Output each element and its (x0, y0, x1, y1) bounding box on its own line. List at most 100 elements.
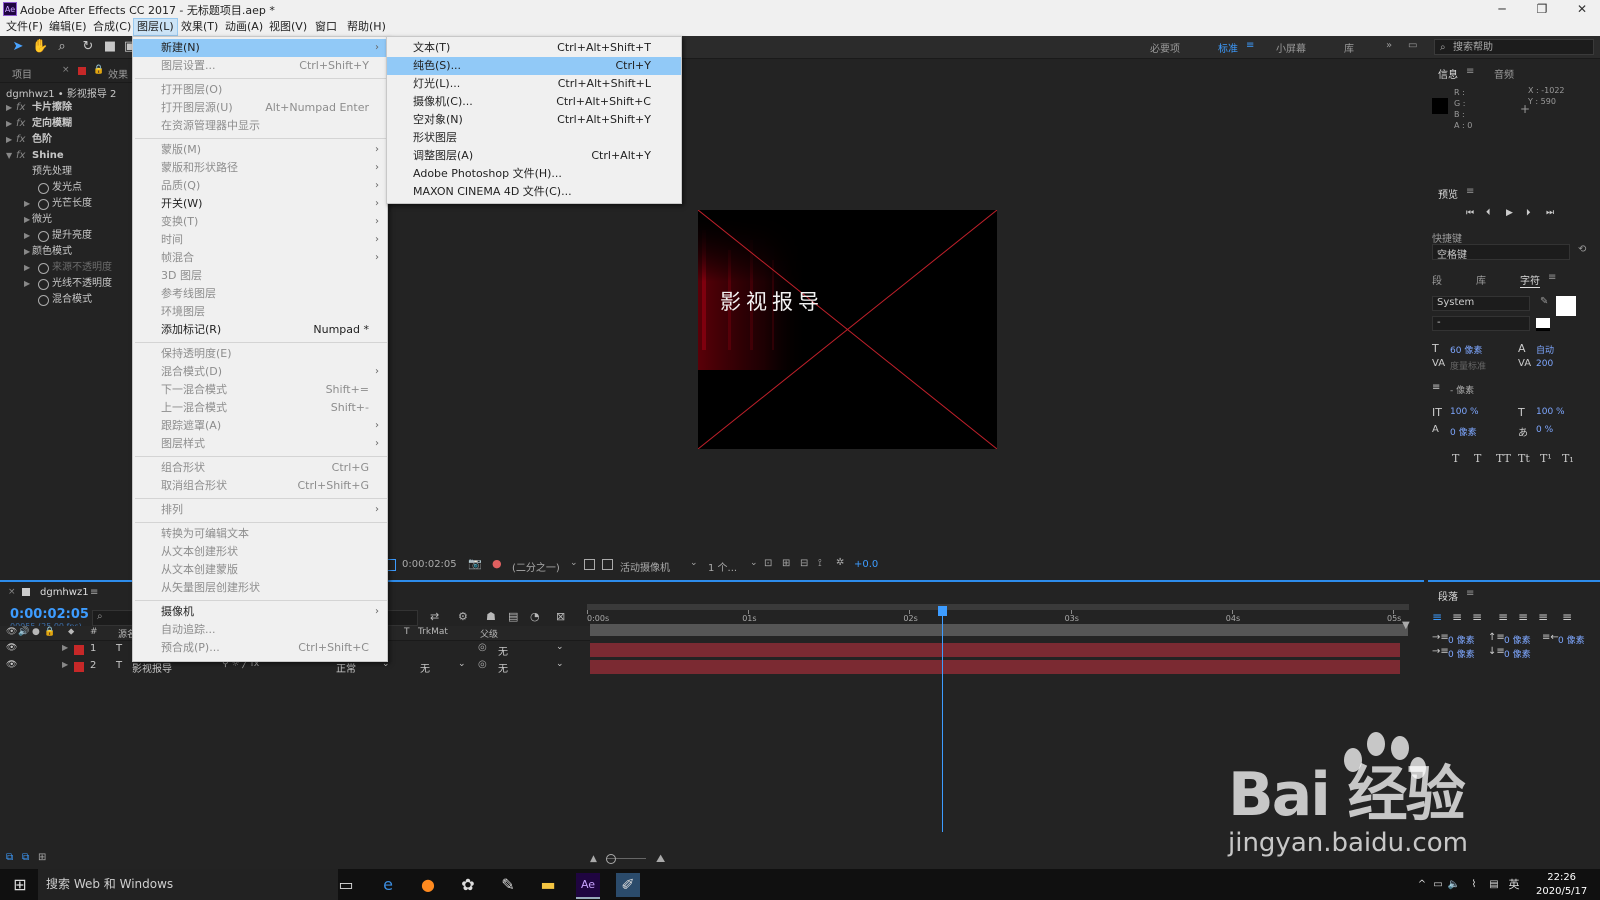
panel-menu-icon[interactable]: ≡ (90, 587, 98, 598)
layer-duration-bar[interactable] (590, 643, 1400, 657)
workspace-menu-icon[interactable]: ≡ (1246, 40, 1254, 51)
blend-mode-dropdown[interactable]: 正常 (336, 660, 356, 675)
text-style-button[interactable]: T₁ (1562, 452, 1574, 465)
vertical-scale-value[interactable]: 100 % (1450, 407, 1479, 417)
restore-button[interactable]: ❐ (1524, 0, 1560, 18)
workspace-essentials[interactable]: 必要项 (1150, 40, 1180, 55)
in-out-icon[interactable]: ⊞ (38, 852, 46, 863)
effect-row[interactable]: 预先处理 (0, 164, 132, 180)
zoom-in-icon[interactable]: ⛰ (656, 852, 665, 866)
tsume-value[interactable]: 0 % (1536, 425, 1553, 435)
composition-canvas[interactable]: 影视报导 (698, 210, 997, 449)
menu-item[interactable]: 帧混合 › (133, 249, 387, 267)
file-explorer-icon[interactable]: ▬ (536, 873, 560, 897)
menu-item[interactable]: 保持透明度(E) (133, 345, 387, 363)
menu-item[interactable]: 蒙版(M) › (133, 141, 387, 159)
menu-item[interactable]: 3D 图层 (133, 267, 387, 285)
menu-composition[interactable]: 合成(C) (90, 18, 134, 36)
current-time-display[interactable]: 0:00:02:05 (10, 607, 89, 622)
after-effects-taskbar-icon[interactable]: Ae (576, 873, 600, 899)
tab-library[interactable]: 库 (1476, 272, 1486, 287)
triangle-right-icon[interactable]: ▶ (62, 643, 68, 652)
menu-item[interactable]: 开关(W) › (133, 195, 387, 213)
menu-item[interactable]: 上一混合模式 Shift+- (133, 399, 387, 417)
stopwatch-icon[interactable] (38, 231, 49, 242)
parent-pickwhip-icon[interactable]: ◎ (478, 659, 487, 670)
menu-item[interactable]: 下一混合模式 Shift+= (133, 381, 387, 399)
tab-character[interactable]: 字符 (1520, 272, 1540, 288)
effect-row[interactable]: ▶ 提升亮度 (0, 228, 132, 244)
justify-left-icon[interactable]: ≡ (1498, 610, 1508, 624)
menu-item[interactable]: 空对象(N) Ctrl+Alt+Shift+Y (387, 111, 681, 129)
color-channels-icon[interactable]: ● (492, 557, 502, 570)
zoom-out-icon[interactable]: ▲ (590, 854, 597, 864)
triangle-right-icon[interactable]: ▶ (24, 260, 30, 276)
text-style-button[interactable]: T¹ (1540, 452, 1552, 465)
menu-item[interactable]: 预合成(P)... Ctrl+Shift+C (133, 639, 387, 657)
menu-item[interactable]: 组合形状 Ctrl+G (133, 459, 387, 477)
tab-audio[interactable]: 音频 (1494, 66, 1514, 81)
close-tab-icon[interactable]: × (62, 65, 70, 75)
stopwatch-icon[interactable] (38, 279, 49, 290)
menu-item[interactable]: 环境图层 (133, 303, 387, 321)
workspace-libraries[interactable]: 库 (1344, 40, 1354, 55)
menu-item[interactable]: 排列 › (133, 501, 387, 519)
eyedropper-icon[interactable]: ✎ (1540, 296, 1548, 307)
fx-icon[interactable]: fx (16, 100, 25, 116)
fx-icon[interactable]: fx (16, 116, 25, 132)
hand-tool-icon[interactable]: ✋ (32, 39, 48, 55)
menu-item[interactable]: 跟踪遮罩(A) › (133, 417, 387, 435)
exposure-value[interactable]: +0.0 (854, 559, 878, 570)
text-style-button[interactable]: T (1452, 452, 1459, 465)
triangle-right-icon[interactable]: ▶ (24, 244, 30, 260)
parent-dropdown[interactable]: 无 (498, 660, 508, 675)
justify-all-icon[interactable]: ≡ (1562, 610, 1572, 624)
menu-item[interactable]: 添加标记(R) Numpad * (133, 321, 387, 339)
menu-item[interactable]: 摄像机 › (133, 603, 387, 621)
leading-value[interactable]: 自动 (1536, 343, 1554, 356)
frame-blending-icon[interactable]: ▤ (508, 610, 518, 623)
graph-editor-icon[interactable]: ⊠ (556, 610, 565, 623)
stroke-width-value[interactable]: - 像素 (1450, 383, 1474, 396)
tab-paragraph-short[interactable]: 段 (1432, 272, 1442, 287)
camera-dropdown[interactable]: 活动摄像机 (620, 559, 670, 574)
snapshot-icon[interactable]: 📷 (468, 557, 482, 570)
menu-item[interactable]: 品质(Q) › (133, 177, 387, 195)
kerning-value[interactable]: 度量标准 (1450, 359, 1486, 372)
flowchart-icon[interactable]: ⟟ (818, 558, 822, 569)
menu-item[interactable]: 变换(T) › (133, 213, 387, 231)
menu-item[interactable]: 文本(T) Ctrl+Alt+Shift+T (387, 39, 681, 57)
app-icon-2[interactable]: ✎ (496, 873, 520, 897)
camera-tool-icon[interactable]: ■ (102, 39, 118, 55)
zoom-slider-handle[interactable] (606, 854, 616, 864)
menu-effect[interactable]: 效果(T) (178, 18, 221, 36)
triangle-down-icon[interactable]: ▼ (6, 148, 12, 164)
indent-left-value[interactable]: 0 像素 (1448, 633, 1475, 646)
font-family-dropdown[interactable]: System (1432, 296, 1530, 311)
rotate-tool-icon[interactable]: ↻ (80, 39, 96, 55)
menu-item[interactable]: 在资源管理器中显示 (133, 117, 387, 135)
menu-help[interactable]: 帮助(H) (344, 18, 389, 36)
work-area-bar[interactable] (587, 604, 1409, 610)
effect-row[interactable]: ▶ 颜色模式 (0, 244, 132, 260)
menu-item[interactable]: 从文本创建形状 (133, 543, 387, 561)
shy-icon[interactable]: ☗ (486, 610, 496, 623)
menu-layer[interactable]: 图层(L) (133, 18, 178, 36)
firefox-icon[interactable]: ● (416, 873, 440, 897)
fast-preview-icon[interactable] (584, 559, 595, 570)
menu-item[interactable]: 从文本创建蒙版 (133, 561, 387, 579)
windows-start-icon[interactable]: ⊞ (8, 873, 32, 897)
timeline-icon[interactable]: ⊟ (800, 558, 808, 569)
justify-center-icon[interactable]: ≡ (1518, 610, 1528, 624)
triangle-right-icon[interactable]: ▶ (24, 228, 30, 244)
menu-animation[interactable]: 动画(A) (222, 18, 266, 36)
parent-pickwhip-icon[interactable]: ◎ (478, 642, 487, 653)
reset-icon[interactable]: ⟲ (1578, 244, 1586, 255)
exposure-reset-icon[interactable]: ✲ (836, 557, 844, 568)
draft-3d-icon[interactable]: ⚙ (458, 610, 468, 623)
layer-duration-bar[interactable] (590, 660, 1400, 674)
first-line-indent-value[interactable]: 0 像素 (1448, 647, 1475, 660)
comp-text-layer[interactable]: 影视报导 (720, 286, 824, 316)
layer-label-color[interactable] (74, 662, 84, 672)
parent-dropdown[interactable]: 无 (498, 643, 508, 658)
